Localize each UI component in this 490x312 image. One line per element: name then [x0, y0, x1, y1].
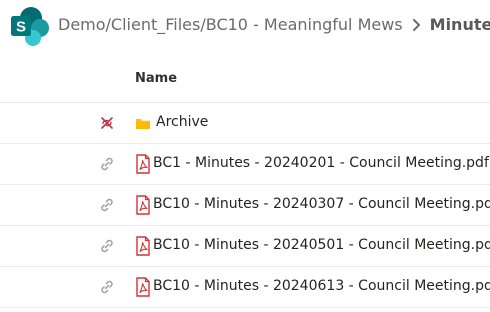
header: S Demo/Client_Files/BC10 - Meaningful Me… [0, 0, 490, 52]
list-item[interactable]: BC1 - Minutes - 20240201 - Council Meeti… [0, 144, 490, 185]
link-icon [101, 239, 113, 253]
list-item-name[interactable]: BC1 - Minutes - 20240201 - Council Meeti… [153, 155, 489, 171]
svg-text:S: S [16, 19, 26, 36]
link-icon [101, 198, 113, 212]
breadcrumb-path-link[interactable]: Demo/Client_Files/BC10 - Meaningful Mews [58, 15, 403, 34]
sharepoint-logo-icon[interactable]: S [9, 6, 51, 48]
pdf-icon [136, 195, 150, 215]
sync-error-icon [101, 117, 113, 129]
link-icon [101, 280, 113, 294]
file-list: Archive BC1 - Minutes - 20240201 - Counc… [0, 103, 490, 308]
list-item[interactable]: BC10 - Minutes - 20240613 - Council Meet… [0, 267, 490, 308]
breadcrumb: Demo/Client_Files/BC10 - Meaningful Mews… [58, 15, 490, 34]
pdf-icon [136, 154, 150, 174]
list-item[interactable]: Archive [0, 103, 490, 144]
list-item[interactable]: BC10 - Minutes - 20240307 - Council Meet… [0, 185, 490, 226]
chevron-right-icon [412, 18, 420, 31]
folder-icon [136, 119, 150, 129]
list-item-name[interactable]: BC10 - Minutes - 20240501 - Council Meet… [153, 237, 490, 253]
pdf-icon [136, 236, 150, 256]
pdf-icon [136, 277, 150, 297]
list-item[interactable]: BC10 - Minutes - 20240501 - Council Meet… [0, 226, 490, 267]
list-item-name[interactable]: BC10 - Minutes - 20240307 - Council Meet… [153, 196, 490, 212]
column-header-name[interactable]: Name [135, 71, 177, 86]
list-item-name[interactable]: BC10 - Minutes - 20240613 - Council Meet… [153, 278, 490, 294]
list-item-name[interactable]: Archive [156, 114, 208, 130]
column-header-row: Name [0, 60, 490, 103]
link-icon [101, 157, 113, 171]
breadcrumb-current: Minutes [429, 15, 490, 34]
